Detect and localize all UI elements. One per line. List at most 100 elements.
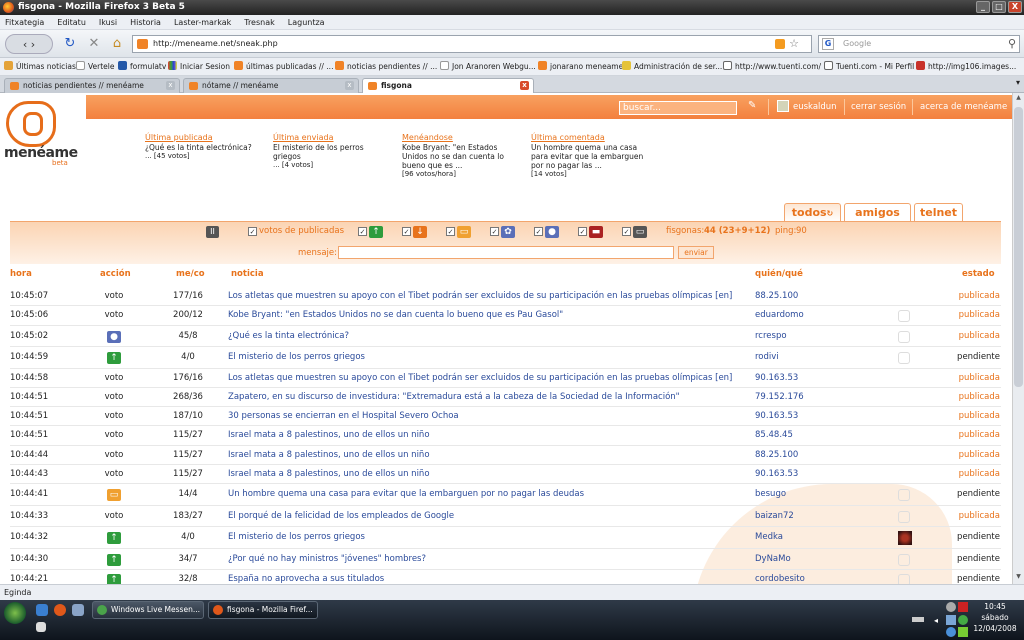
filter-checkbox[interactable]: ✓ (534, 227, 543, 236)
task-messenger[interactable]: Windows Live Messen... (92, 601, 204, 619)
summary-text[interactable]: Un hombre quema una casa para evitar que… (531, 143, 656, 170)
tab-notame[interactable]: nótame // menéame x (183, 78, 359, 93)
row-news-link[interactable]: Los atletas que muestren su apoyo con el… (228, 291, 732, 301)
scroll-thumb[interactable] (1014, 107, 1023, 387)
media-icon[interactable] (36, 622, 46, 632)
menu-bookmarks[interactable]: Laster-markak (174, 15, 231, 29)
user-icon[interactable] (946, 602, 956, 612)
filter-checkbox[interactable]: ✓ (622, 227, 631, 236)
row-user-link[interactable]: eduardomo (755, 310, 804, 320)
reload-icon[interactable]: ↻ (62, 34, 78, 54)
tab-close-button[interactable]: x (520, 81, 529, 90)
google-icon[interactable]: G (822, 38, 834, 50)
row-user-link[interactable]: 90.163.53 (755, 469, 798, 479)
row-user-link[interactable]: besugo (755, 489, 786, 499)
tab-telnet[interactable]: telnet (914, 203, 963, 222)
clock[interactable]: 10:45 sábado 12/04/2008 (968, 601, 1022, 634)
bookmark-item[interactable]: http://img106.images... (916, 58, 1016, 75)
row-user-link[interactable]: baizan72 (755, 511, 794, 521)
menu-edit[interactable]: Editatu (57, 15, 86, 29)
username-link[interactable]: euskaldun (793, 101, 837, 113)
row-news-link[interactable]: El porqué de la felicidad de los emplead… (228, 511, 454, 521)
bookmark-item[interactable]: noticias pendientes // ... (335, 58, 437, 75)
security-icon[interactable] (958, 602, 968, 612)
signal-icon[interactable] (958, 627, 968, 637)
browser-search-box[interactable]: G Google ⚲ (818, 35, 1020, 53)
filter-checkbox[interactable]: ✓ (490, 227, 499, 236)
scroll-down-icon[interactable]: ▼ (1014, 573, 1023, 583)
message-input[interactable] (338, 246, 674, 259)
quicklaunch-icon[interactable] (36, 604, 48, 616)
bookmark-item[interactable]: Iniciar Sesion (168, 58, 230, 75)
row-user-link[interactable]: 85.48.45 (755, 430, 793, 440)
bookmark-item[interactable]: jonarano meneame (538, 58, 623, 75)
filter-checkbox[interactable]: ✓ (358, 227, 367, 236)
tab-close-button[interactable]: x (345, 81, 354, 90)
tab-list-icon[interactable]: ▾ (1016, 78, 1020, 87)
user-avatar[interactable] (898, 531, 912, 545)
menu-view[interactable]: Ikusi (99, 15, 117, 29)
logout-link[interactable]: cerrar sesión (851, 101, 906, 113)
back-forward-button[interactable]: ‹ › (5, 34, 53, 54)
row-news-link[interactable]: España no aprovecha a sus titulados (228, 574, 384, 584)
row-news-link[interactable]: 30 personas se encierran en el Hospital … (228, 411, 459, 421)
quicklaunch-icon[interactable] (72, 604, 84, 616)
bookmark-item[interactable]: http://www.tuenti.com/ (723, 58, 821, 75)
rss-icon[interactable] (775, 39, 785, 49)
send-button[interactable]: enviar (678, 246, 714, 259)
network-icon[interactable] (946, 615, 956, 625)
tab-fisgona[interactable]: fisgona x (362, 78, 534, 94)
row-news-link[interactable]: ¿Por qué no hay ministros "jóvenes" homb… (228, 554, 426, 564)
row-news-link[interactable]: ¿Qué es la tinta electrónica? (228, 331, 349, 341)
bookmark-star-icon[interactable]: ☆ (789, 36, 799, 52)
bookmark-item[interactable]: Últimas noticias (4, 58, 76, 75)
start-button[interactable] (4, 602, 26, 624)
row-news-link[interactable]: Israel mata a 8 palestinos, uno de ellos… (228, 469, 430, 479)
bookmark-item[interactable]: Vertele (76, 58, 115, 75)
tab-todos[interactable]: todos↻ (784, 203, 841, 222)
volume-icon[interactable] (946, 627, 956, 637)
summary-heading[interactable]: Última comentada (531, 133, 656, 142)
user-avatar[interactable] (777, 100, 789, 112)
votes-published-checkbox[interactable]: ✓ (248, 227, 257, 236)
url-text[interactable]: http://meneame.net/sneak.php (153, 39, 278, 48)
filter-checkbox[interactable]: ✓ (402, 227, 411, 236)
minimize-button[interactable]: _ (976, 1, 990, 13)
menu-history[interactable]: Historia (130, 15, 161, 29)
row-news-link[interactable]: Kobe Bryant: "en Estados Unidos no se da… (228, 310, 563, 320)
row-user-link[interactable]: 88.25.100 (755, 291, 798, 301)
row-user-link[interactable]: 79.152.176 (755, 392, 804, 402)
row-user-link[interactable]: 88.25.100 (755, 450, 798, 460)
row-news-link[interactable]: Zapatero, en su discurso de investidura:… (228, 392, 680, 402)
row-user-link[interactable]: Medka (755, 532, 783, 542)
row-news-link[interactable]: Un hombre quema una casa para evitar que… (228, 489, 584, 499)
bookmark-item[interactable]: formulatv (118, 58, 166, 75)
row-user-link[interactable]: 90.163.53 (755, 373, 798, 383)
summary-text[interactable]: ¿Qué es la tinta electrónica? (145, 143, 270, 152)
row-user-link[interactable]: DyNaMo (755, 554, 791, 564)
summary-heading[interactable]: Última enviada (273, 133, 383, 142)
summary-heading[interactable]: Menéandose (402, 133, 517, 142)
row-user-link[interactable]: rcrespo (755, 331, 787, 341)
row-news-link[interactable]: El misterio de los perros griegos (228, 532, 365, 542)
site-search-input[interactable]: buscar... (619, 101, 737, 115)
filter-checkbox[interactable]: ✓ (578, 227, 587, 236)
firefox-quicklaunch-icon[interactable] (54, 604, 66, 616)
bookmark-item[interactable]: Administración de ser... (622, 58, 722, 75)
row-news-link[interactable]: Los atletas que muestren su apoyo con el… (228, 373, 732, 383)
row-user-link[interactable]: 90.163.53 (755, 411, 798, 421)
bookmark-item[interactable]: Jon Aranoren Webgu... (440, 58, 536, 75)
row-news-link[interactable]: Israel mata a 8 palestinos, uno de ellos… (228, 450, 430, 460)
tab-amigos[interactable]: amigos (844, 203, 911, 222)
row-news-link[interactable]: Israel mata a 8 palestinos, uno de ellos… (228, 430, 430, 440)
page-scrollbar[interactable]: ▲ ▼ (1012, 93, 1024, 584)
row-user-link[interactable]: cordobesito (755, 574, 805, 584)
menu-file[interactable]: Fitxategia (5, 15, 44, 29)
stop-icon[interactable]: ✕ (86, 34, 102, 54)
maximize-button[interactable]: □ (992, 1, 1006, 13)
scroll-up-icon[interactable]: ▲ (1014, 94, 1023, 104)
summary-heading[interactable]: Última publicada (145, 133, 270, 142)
bookmark-item[interactable]: Tuenti.com - Mi Perfil (824, 58, 914, 75)
chevron-left-icon[interactable]: ◂ (934, 616, 938, 625)
site-search-icon[interactable]: ✎ (748, 100, 756, 111)
